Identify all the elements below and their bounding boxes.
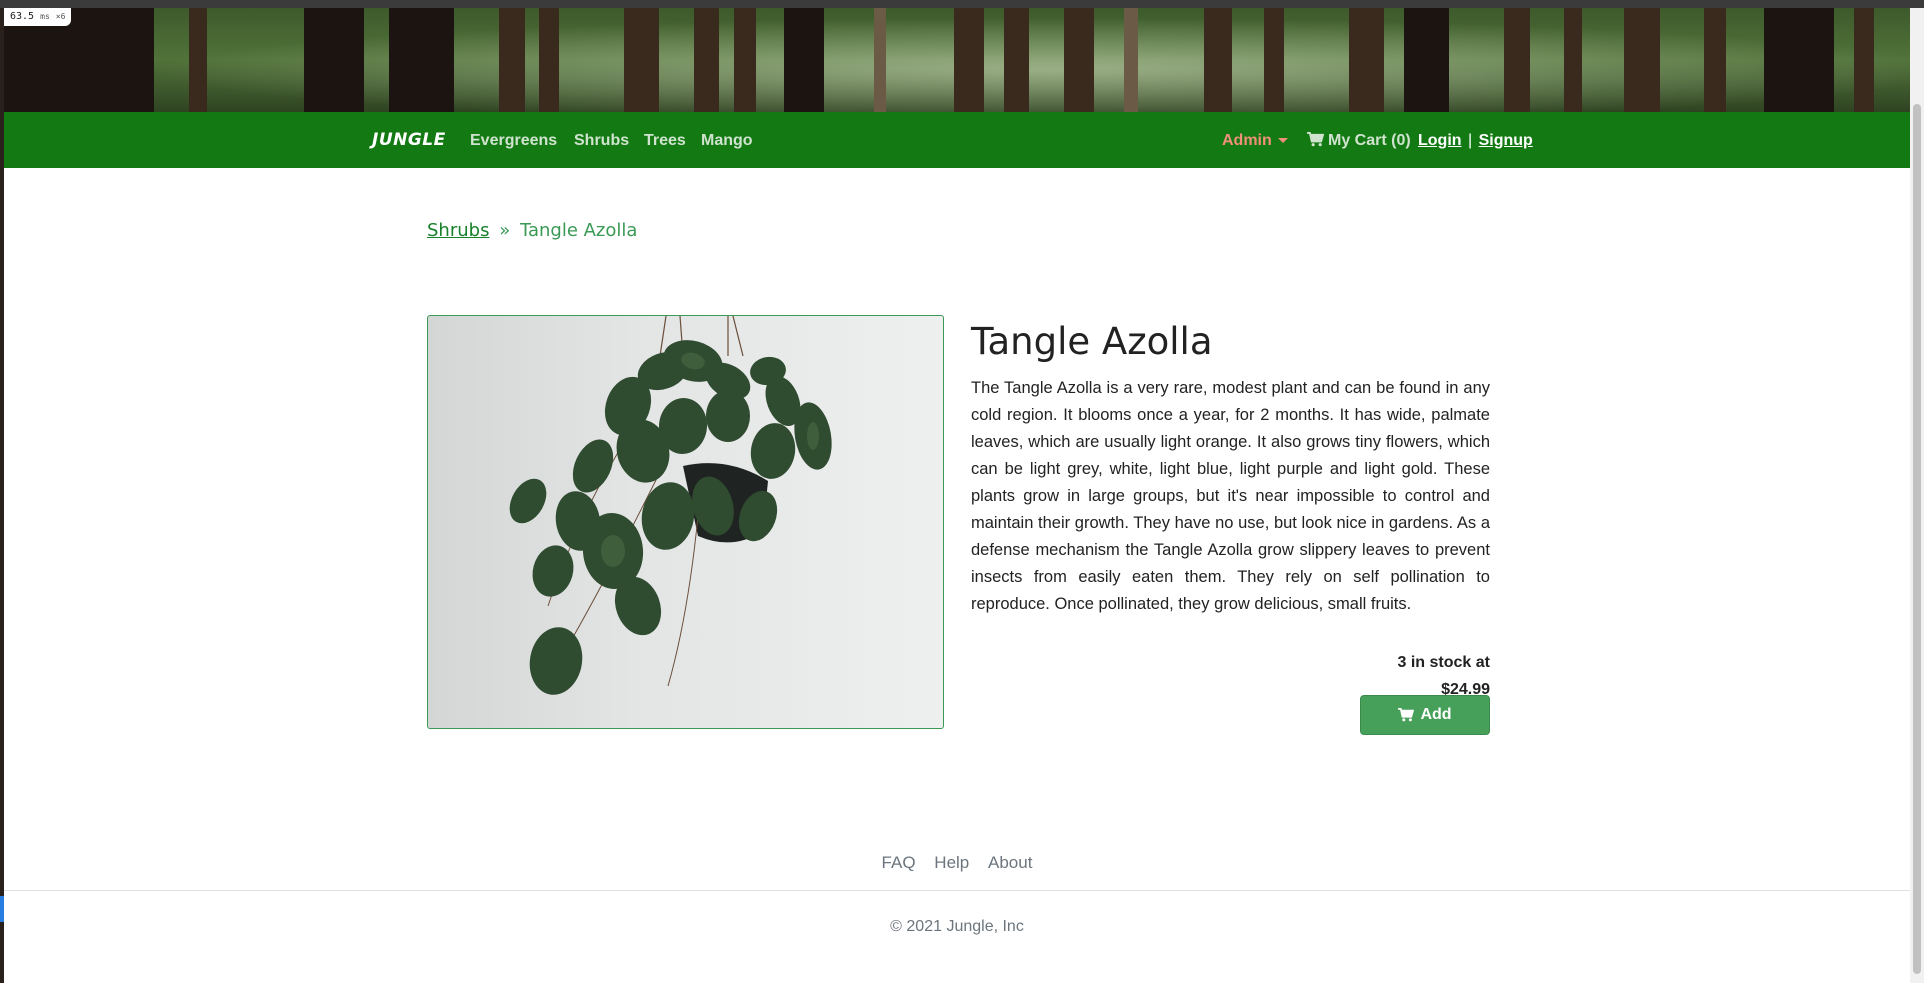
stock-line: 3 in stock at [1397, 654, 1490, 671]
login-link[interactable]: Login [1418, 132, 1462, 149]
nav-link-trees[interactable]: Trees [644, 132, 686, 150]
shopping-cart-icon [1398, 708, 1415, 722]
brand-logo[interactable]: JUNGLE [372, 130, 446, 150]
forest-banner [4, 8, 1910, 112]
copyright: © 2021 Jungle, Inc [890, 918, 1024, 935]
auth-links: Login | Signup [1418, 132, 1533, 150]
breadcrumb: Shrubs » Tangle Azolla [427, 220, 637, 241]
caret-down-icon [1277, 138, 1288, 144]
hanging-plant-photo [509, 316, 832, 695]
breadcrumb-separator: » [499, 220, 511, 241]
footer-link-about[interactable]: About [988, 853, 1032, 872]
nav-link-evergreens[interactable]: Evergreens [470, 132, 557, 150]
cart-link[interactable]: My Cart (0) [1307, 132, 1411, 150]
product-image [427, 315, 944, 729]
performance-badge: 63.5 ms ×6 [4, 8, 72, 26]
cart-label: My Cart (0) [1328, 132, 1411, 149]
footer-divider [4, 890, 1910, 891]
perf-ms: 63.5 [10, 11, 35, 22]
footer-links: FAQ Help About [4, 853, 1910, 873]
navbar: JUNGLE Evergreens Shrubs Trees Mango Adm… [4, 112, 1910, 168]
add-to-cart-button[interactable]: Add [1360, 695, 1490, 735]
nav-link-shrubs[interactable]: Shrubs [574, 132, 629, 150]
perf-count: ×6 [55, 12, 66, 21]
vertical-scrollbar[interactable] [1910, 8, 1924, 983]
auth-separator: | [1468, 132, 1473, 149]
footer-link-help[interactable]: Help [934, 853, 969, 872]
add-button-label: Add [1420, 706, 1452, 723]
page: JUNGLE Evergreens Shrubs Trees Mango Adm… [4, 8, 1910, 983]
perf-unit: ms [40, 12, 50, 21]
product-description: The Tangle Azolla is a very rare, modest… [971, 379, 1490, 613]
admin-label: Admin [1222, 132, 1272, 149]
product-title: Tangle Azolla [971, 320, 1213, 363]
breadcrumb-current: Tangle Azolla [519, 220, 638, 241]
signup-link[interactable]: Signup [1479, 132, 1533, 149]
scrollbar-thumb[interactable] [1913, 104, 1921, 974]
shopping-cart-icon [1307, 132, 1324, 147]
browser-top-strip [0, 0, 1924, 8]
breadcrumb-parent-link[interactable]: Shrubs [427, 220, 489, 241]
admin-dropdown[interactable]: Admin [1222, 132, 1288, 150]
nav-link-mango[interactable]: Mango [701, 132, 753, 150]
footer-link-faq[interactable]: FAQ [882, 853, 916, 872]
